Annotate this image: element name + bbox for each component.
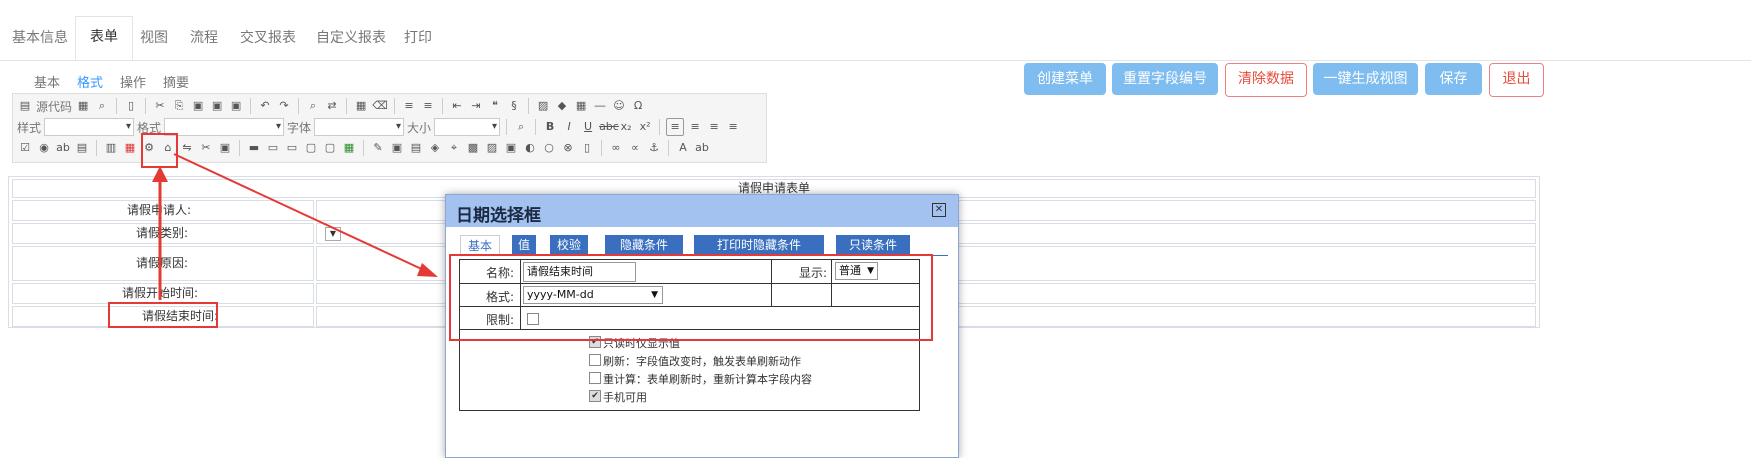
mobile-available-label: 手机可用 — [603, 391, 647, 404]
close-icon[interactable]: ✕ — [932, 203, 946, 217]
refresh-label: 刷新：字段值改变时，触发表单刷新动作 — [603, 355, 801, 368]
dialog-tab-print-hide-condition[interactable]: 打印时隐藏条件 — [694, 235, 824, 255]
dialog-tab-value[interactable]: 值 — [512, 235, 536, 255]
dialog-tab-validation[interactable]: 校验 — [550, 235, 588, 255]
dialog-header: 日期选择框 ✕ — [446, 195, 958, 227]
arrow-right-head — [417, 263, 438, 277]
annotation-dialog-fields-box — [449, 254, 933, 341]
dialog-tab-hide-condition[interactable]: 隐藏条件 — [605, 235, 683, 255]
date-picker-dialog: 日期选择框 ✕ 基本 值 校验 隐藏条件 打印时隐藏条件 只读条件 名称: 请假… — [445, 194, 959, 458]
refresh-checkbox[interactable] — [589, 354, 601, 366]
arrow-up-head — [152, 166, 168, 182]
dialog-tab-readonly-condition[interactable]: 只读条件 — [836, 235, 910, 255]
dialog-tab-basic[interactable]: 基本 — [460, 235, 500, 256]
dialog-title: 日期选择框 — [456, 206, 541, 226]
arrow-right-line — [173, 153, 429, 273]
recalculate-label: 重计算：表单刷新时，重新计算本字段内容 — [603, 373, 812, 386]
mobile-available-checkbox[interactable]: ✔ — [589, 390, 601, 402]
recalculate-checkbox[interactable] — [589, 372, 601, 384]
